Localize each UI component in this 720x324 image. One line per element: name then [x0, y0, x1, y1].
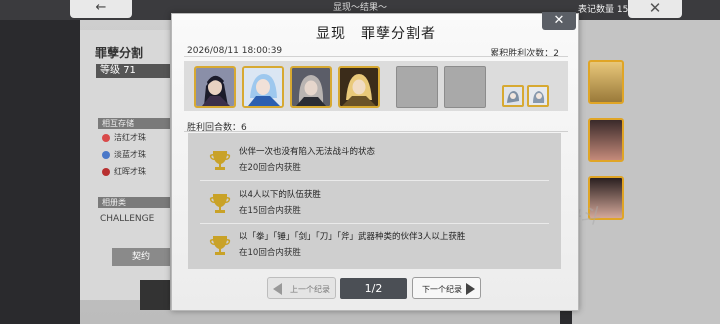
previous-record-label: 上一个纪录 — [290, 285, 330, 294]
character-portrait-icon — [196, 68, 234, 106]
level-label: 等级 — [100, 65, 120, 76]
orb-row: 淡蓝才珠 — [102, 150, 146, 160]
contract-button[interactable]: 契约 — [112, 248, 170, 266]
empty-slot[interactable] — [444, 66, 486, 108]
achievement-condition: 在15回合内获胜 — [239, 206, 301, 216]
orb-label: 红晖才珠 — [114, 167, 146, 176]
character-portrait-icon — [340, 68, 378, 106]
party-member-portrait[interactable] — [290, 66, 332, 108]
dialog-title: 显现 罪孽分割者 — [316, 26, 436, 42]
achievement-item: 以4人以下的队伍获胜 在15回合内获胜 — [188, 182, 561, 223]
achievement-text: 伙伴一次也没有陷入无法战斗的状态 — [239, 147, 376, 157]
left-edge — [0, 20, 80, 324]
screen-title: 显现～结果～ — [332, 3, 387, 13]
orb-row: 红晖才珠 — [102, 167, 146, 177]
close-button[interactable]: ✕ — [542, 12, 576, 30]
character-portrait-icon — [244, 68, 282, 106]
achievement-condition: 在20回合内获胜 — [239, 163, 301, 173]
support-portrait[interactable] — [502, 85, 524, 107]
result-dialog: 显现 罪孽分割者 ✕ 2026/08/11 18:00:39 累积胜利次数：2 — [171, 12, 579, 311]
divider — [184, 56, 568, 57]
orb-icon — [102, 167, 110, 176]
achievement-item: 伙伴一次也没有陷入无法战斗的状态 在20回合内获胜 — [188, 139, 561, 180]
party-member-portrait[interactable] — [242, 66, 284, 108]
challenge-label: CHALLENGE — [100, 214, 155, 224]
screen-close-button[interactable]: ✕ — [628, 0, 682, 18]
record-datetime: 2026/08/11 18:00:39 — [187, 46, 283, 56]
support-character-icon — [504, 87, 522, 105]
empty-slot[interactable] — [396, 66, 438, 108]
trophy-icon — [209, 236, 231, 255]
trophy-icon — [209, 194, 231, 213]
orb-icon — [102, 133, 110, 142]
party-member-portrait[interactable] — [338, 66, 380, 108]
character-card[interactable] — [588, 60, 624, 104]
party-member-portrait[interactable] — [194, 66, 236, 108]
previous-record-button[interactable]: 上一个纪录 — [267, 277, 336, 299]
dark-button[interactable] — [140, 280, 170, 310]
character-card[interactable] — [588, 118, 624, 162]
arrow-left-icon — [273, 283, 282, 295]
support-character-icon — [529, 87, 547, 105]
section-header-orbs: 相互存储 — [98, 118, 170, 129]
divider — [184, 131, 568, 132]
right-panel — [560, 20, 720, 324]
level-value: 71 — [123, 65, 136, 76]
party-row — [184, 61, 568, 111]
page-indicator: 1/2 — [340, 278, 407, 299]
next-record-button[interactable]: 下一个纪录 — [412, 277, 481, 299]
character-portrait-icon — [292, 68, 330, 106]
orb-label: 洁红才珠 — [114, 133, 146, 142]
section-header-album: 相册类 — [98, 197, 170, 208]
back-button[interactable]: ← — [70, 0, 132, 18]
achievement-item: 以「拳」「锤」「剑」「刀」「斧」武器种类的伙伴3人以上获胜 在10回合内获胜 — [188, 224, 561, 265]
arrow-right-icon — [466, 283, 475, 295]
orb-icon — [102, 150, 110, 159]
total-wins: 累积胜利次数：2 — [490, 49, 559, 59]
next-record-label: 下一个纪录 — [422, 285, 462, 294]
support-portrait[interactable] — [527, 85, 549, 107]
orb-row: 洁红才珠 — [102, 133, 146, 143]
character-name: 罪孽分割 — [95, 46, 144, 60]
achievement-condition: 在10回合内获胜 — [239, 248, 301, 258]
achievement-text: 以4人以下的队伍获胜 — [239, 190, 321, 200]
level-bar: 等级 71 — [96, 64, 170, 78]
right-watermark: 决斗 — [560, 204, 600, 228]
trophy-icon — [209, 151, 231, 170]
orb-label: 淡蓝才珠 — [114, 150, 146, 159]
divider — [200, 180, 549, 181]
achievement-text: 以「拳」「锤」「剑」「刀」「斧」武器种类的伙伴3人以上获胜 — [239, 232, 466, 242]
